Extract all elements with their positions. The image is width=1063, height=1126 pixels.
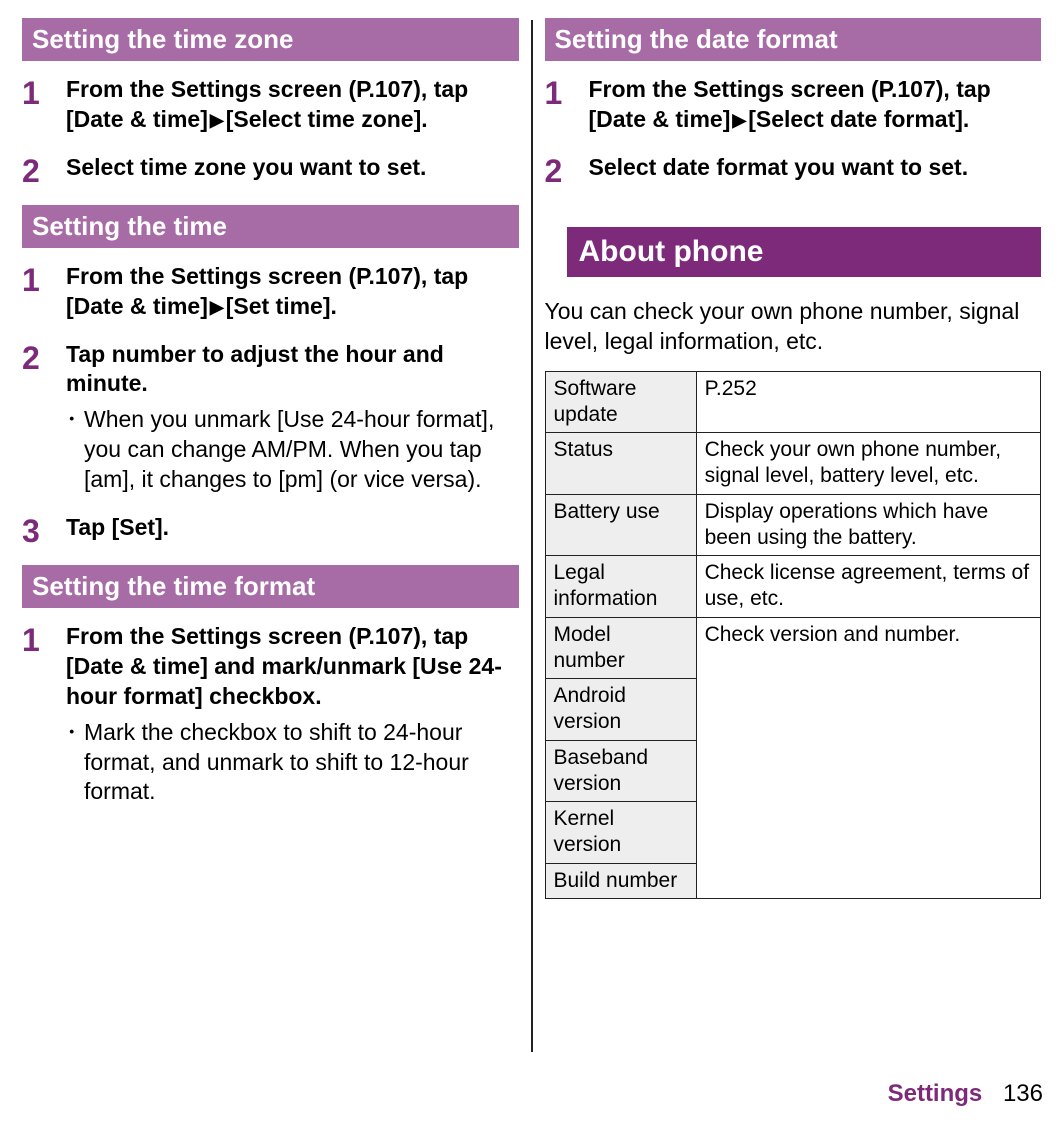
table-label: Legal information — [545, 556, 696, 618]
table-desc: Display operations which have been using… — [696, 494, 1040, 556]
step-number: 2 — [22, 340, 66, 495]
step: 1 From the Settings screen (P.107), tap … — [22, 622, 519, 807]
bullet: ･ When you unmark [Use 24-hour format], … — [66, 405, 519, 495]
heading-time: Setting the time — [22, 205, 519, 248]
bullet-text: When you unmark [Use 24-hour format], yo… — [84, 405, 519, 495]
table-row: Software update P.252 — [545, 371, 1041, 433]
step-number: 1 — [545, 75, 589, 135]
table-label: Battery use — [545, 494, 696, 556]
step-body: From the Settings screen (P.107), tap [D… — [66, 622, 519, 807]
step: 2 Tap number to adjust the hour and minu… — [22, 340, 519, 495]
table-label: Baseband version — [545, 740, 696, 802]
right-column: Setting the date format 1 From the Setti… — [533, 12, 1054, 1060]
step-text-post: [Select time zone]. — [226, 106, 428, 132]
step-body: From the Settings screen (P.107), tap [D… — [66, 75, 519, 135]
arrow-icon: ▶ — [730, 109, 748, 132]
step-text-post: [Set time]. — [226, 293, 337, 319]
step-number: 2 — [22, 153, 66, 187]
table-row: Model number Check version and number. — [545, 617, 1041, 679]
page-number: 136 — [1003, 1080, 1043, 1107]
step-body: Select time zone you want to set. — [66, 153, 519, 187]
step-text: From the Settings screen (P.107), tap [D… — [66, 623, 502, 709]
arrow-icon: ▶ — [208, 296, 226, 319]
heading-time-zone: Setting the time zone — [22, 18, 519, 61]
table-label: Android version — [545, 679, 696, 741]
intro-text: You can check your own phone number, sig… — [545, 297, 1042, 357]
table-desc: Check your own phone number, signal leve… — [696, 433, 1040, 495]
page-content: Setting the time zone 1 From the Setting… — [0, 0, 1063, 1060]
table-desc: Check version and number. — [696, 617, 1040, 898]
step-body: Tap [Set]. — [66, 513, 519, 547]
step-body: Tap number to adjust the hour and minute… — [66, 340, 519, 495]
step: 1 From the Settings screen (P.107), tap … — [22, 75, 519, 135]
step-body: From the Settings screen (P.107), tap [D… — [66, 262, 519, 322]
table-label: Status — [545, 433, 696, 495]
step-number: 1 — [22, 75, 66, 135]
step-number: 3 — [22, 513, 66, 547]
table-label: Build number — [545, 863, 696, 898]
bullet: ･ Mark the checkbox to shift to 24-hour … — [66, 718, 519, 808]
table-desc: P.252 — [696, 371, 1040, 433]
table-desc: Check license agreement, terms of use, e… — [696, 556, 1040, 618]
step: 1 From the Settings screen (P.107), tap … — [545, 75, 1042, 135]
step-text: From the Settings screen (P.107), tap [D… — [66, 76, 468, 132]
table-label: Model number — [545, 617, 696, 679]
step-text: Tap number to adjust the hour and minute… — [66, 341, 444, 397]
step-text: From the Settings screen (P.107), tap [D… — [589, 76, 991, 132]
table-row: Status Check your own phone number, sign… — [545, 433, 1041, 495]
bullet-dot-icon: ･ — [66, 405, 84, 495]
step-text: From the Settings screen (P.107), tap [D… — [66, 263, 468, 319]
arrow-icon: ▶ — [208, 109, 226, 132]
heading-about-phone: About phone — [567, 227, 1042, 277]
footer: Settings 136 — [888, 1080, 1043, 1108]
step-text: Select time zone you want to set. — [66, 154, 426, 180]
step-body: From the Settings screen (P.107), tap [D… — [589, 75, 1042, 135]
left-column: Setting the time zone 1 From the Setting… — [10, 12, 531, 1060]
step: 3 Tap [Set]. — [22, 513, 519, 547]
table-label: Software update — [545, 371, 696, 433]
bullet-dot-icon: ･ — [66, 718, 84, 808]
table-row: Battery use Display operations which hav… — [545, 494, 1041, 556]
step-number: 1 — [22, 622, 66, 807]
step-body: Select date format you want to set. — [589, 153, 1042, 187]
step-number: 1 — [22, 262, 66, 322]
chapter-label: Settings — [888, 1080, 983, 1107]
step-text: Select date format you want to set. — [589, 154, 969, 180]
about-phone-table: Software update P.252 Status Check your … — [545, 371, 1042, 899]
step-text-post: [Select date format]. — [748, 106, 969, 132]
table-row: Legal information Check license agreemen… — [545, 556, 1041, 618]
table-label: Kernel version — [545, 802, 696, 864]
step: 2 Select date format you want to set. — [545, 153, 1042, 187]
heading-time-format: Setting the time format — [22, 565, 519, 608]
bullet-text: Mark the checkbox to shift to 24-hour fo… — [84, 718, 519, 808]
heading-date-format: Setting the date format — [545, 18, 1042, 61]
step: 2 Select time zone you want to set. — [22, 153, 519, 187]
step: 1 From the Settings screen (P.107), tap … — [22, 262, 519, 322]
step-number: 2 — [545, 153, 589, 187]
step-text: Tap [Set]. — [66, 514, 169, 540]
